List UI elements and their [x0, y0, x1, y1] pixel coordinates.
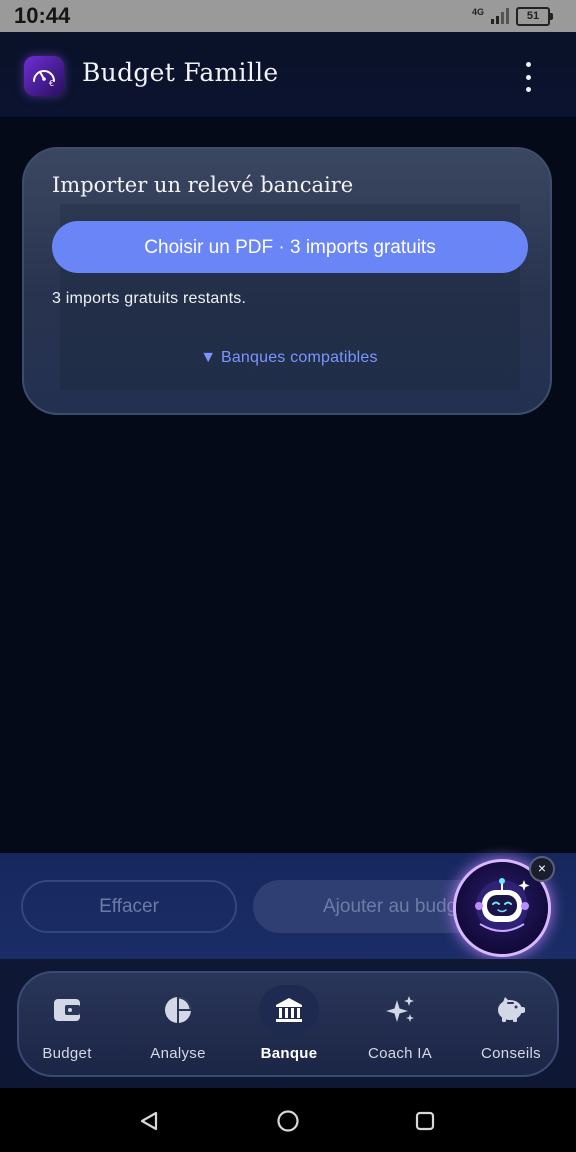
nav-label-budget: Budget: [42, 1045, 92, 1062]
nav-item-analyse[interactable]: Analyse: [128, 973, 228, 1075]
import-statement-card: Importer un relevé bancaire Choisir un P…: [22, 147, 552, 415]
nav-item-conseils[interactable]: Conseils: [461, 973, 561, 1075]
more-vert-icon[interactable]: [516, 62, 540, 92]
signal-icon: [491, 8, 509, 24]
gauge-euro-icon: €: [24, 56, 64, 96]
home-icon[interactable]: [273, 1106, 303, 1136]
piggy-bank-icon: [481, 985, 541, 1035]
compatible-banks-toggle[interactable]: ▼ Banques compatibles: [24, 349, 554, 367]
nav-label-conseils: Conseils: [481, 1045, 541, 1062]
status-icons: 4G 51: [471, 6, 553, 26]
status-bar: 10:44 4G 51: [0, 0, 576, 32]
bottom-nav: Budget Analyse Banque Coach IA Conseils: [17, 971, 559, 1077]
nav-label-banque: Banque: [260, 1045, 318, 1062]
card-title: Importer un relevé bancaire: [52, 173, 354, 197]
bank-icon: [259, 985, 319, 1035]
close-icon[interactable]: ×: [529, 856, 555, 882]
clear-button[interactable]: Effacer: [21, 880, 237, 933]
system-nav-bar: [0, 1088, 576, 1152]
remaining-imports-text: 3 imports gratuits restants.: [52, 290, 247, 307]
nav-item-budget[interactable]: Budget: [17, 973, 117, 1075]
status-time: 10:44: [14, 3, 71, 28]
wallet-icon: [37, 985, 97, 1035]
recents-icon[interactable]: [410, 1106, 440, 1136]
svg-text:€: €: [49, 79, 54, 88]
network-type: 4G: [471, 7, 484, 17]
pie-chart-icon: [148, 985, 208, 1035]
nav-item-banque[interactable]: Banque: [239, 973, 339, 1075]
app-title: Budget Famille: [82, 58, 279, 87]
choose-pdf-button[interactable]: Choisir un PDF · 3 imports gratuits: [52, 221, 528, 273]
nav-label-coach-ia: Coach IA: [367, 1045, 433, 1062]
screen: 10:44 4G 51 € Budget Famille Importer un…: [0, 0, 576, 1152]
sparkles-icon: [370, 985, 430, 1035]
app-bar: € Budget Famille: [0, 32, 576, 117]
nav-label-analyse: Analyse: [150, 1045, 206, 1062]
battery-icon: 51: [516, 6, 553, 26]
nav-item-coach-ia[interactable]: Coach IA: [350, 973, 450, 1075]
battery-level: 51: [526, 9, 540, 22]
back-icon[interactable]: [134, 1106, 164, 1136]
